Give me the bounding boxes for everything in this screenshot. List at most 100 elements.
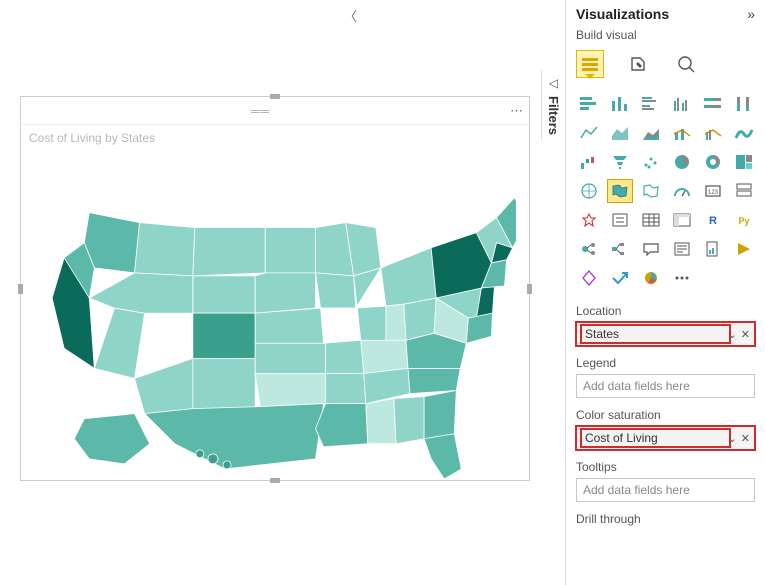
tab-analytics[interactable] [672,50,700,78]
vis-gauge[interactable] [669,179,695,203]
tooltips-field-well[interactable]: Add data fields here [576,478,755,502]
visual-header: ══ ⋯ [21,97,529,125]
drill-through-section: Drill through [576,512,755,530]
resize-handle-right[interactable] [527,284,532,294]
state-hi-3 [223,461,231,469]
vis-map[interactable] [576,179,602,203]
state-mt [193,228,265,276]
visual-title: Cost of Living by States [21,125,529,151]
legend-well-section: Legend Add data fields here [576,356,755,398]
vis-card[interactable]: 123 [700,179,726,203]
state-nd [265,228,315,273]
vis-r-script[interactable]: R [700,208,726,232]
resize-handle-top[interactable] [270,94,280,99]
visual-gallery: 123 R Py [576,92,755,290]
vis-paginated-report[interactable] [700,237,726,261]
vis-clustered-column[interactable] [669,92,695,116]
remove-field-icon[interactable]: ✕ [741,328,750,341]
svg-text:123: 123 [708,190,719,196]
legend-placeholder: Add data fields here [583,379,690,393]
vis-matrix[interactable] [669,208,695,232]
state-ak [74,414,149,464]
vis-stacked-bar[interactable] [576,92,602,116]
svg-text:Py: Py [738,216,749,226]
state-hi-1 [196,450,204,458]
tooltips-label: Tooltips [576,460,755,474]
vis-azure-map[interactable] [638,179,664,203]
location-field-value: States [583,327,728,341]
vis-ribbon[interactable] [731,121,757,145]
vis-qa[interactable] [638,237,664,261]
saturation-well-section: Color saturation Cost of Living ⌄✕ [576,408,755,450]
location-field-well[interactable]: States ⌄ ✕ [576,322,755,346]
vis-smart-narrative[interactable] [669,237,695,261]
vis-decomposition-tree[interactable] [607,237,633,261]
chevron-down-icon[interactable]: ⌄ [728,432,737,445]
state-nv [94,308,144,378]
state-nm [193,359,255,409]
vis-kpi[interactable] [576,208,602,232]
state-id [134,223,194,276]
expand-filters-icon[interactable]: ◁ [549,76,558,90]
vis-line-clustered-column[interactable] [700,121,726,145]
tab-format-visual[interactable] [624,50,652,78]
vis-python[interactable]: Py [731,208,757,232]
vis-treemap[interactable] [731,150,757,174]
state-nc-sc [408,369,460,394]
state-fl [424,434,461,478]
vis-line[interactable] [576,121,602,145]
vis-key-influencers[interactable] [576,237,602,261]
remove-field-icon[interactable]: ✕ [741,432,750,445]
vis-table[interactable] [638,208,664,232]
legend-field-well[interactable]: Add data fields here [576,374,755,398]
vis-scatter[interactable] [638,150,664,174]
vis-clustered-bar[interactable] [638,92,664,116]
vis-donut[interactable] [700,150,726,174]
location-label: Location [576,304,755,318]
saturation-field-well[interactable]: Cost of Living ⌄ ✕ [576,426,755,450]
state-ks [255,344,325,374]
state-ut-nv-border [89,273,193,313]
vis-power-automate[interactable] [731,237,757,261]
state-ok [255,374,325,407]
vis-multi-row-card[interactable] [731,179,757,203]
vis-goals[interactable] [607,266,633,290]
more-options-icon[interactable]: ⋯ [510,103,523,119]
expand-panel-icon[interactable]: » [747,6,755,22]
tooltips-placeholder: Add data fields here [583,483,690,497]
state-in [386,304,406,343]
vis-100-stacked-bar[interactable] [700,92,726,116]
report-canvas: ══ ⋯ Cost of Living by States [0,0,565,585]
visual-drag-handle[interactable]: ══ [27,104,494,118]
vis-get-more[interactable] [669,266,695,290]
panel-subtitle: Build visual [576,28,755,42]
tab-build-visual[interactable] [576,50,604,78]
state-tx [144,404,323,469]
location-well-section: Location States ⌄ ✕ [576,304,755,346]
saturation-field-value: Cost of Living [583,431,728,445]
vis-area[interactable] [607,121,633,145]
filters-pane-collapsed[interactable]: ◁ Filters [541,70,565,141]
legend-label: Legend [576,356,755,370]
panel-title: Visualizations [576,6,669,22]
vis-slicer[interactable] [607,208,633,232]
vis-100-stacked-column[interactable] [731,92,757,116]
collapse-vis-panel-icon[interactable]: 〈 [344,6,357,25]
chevron-down-icon[interactable]: ⌄ [728,328,737,341]
state-hi-2 [208,454,218,464]
vis-stacked-area[interactable] [638,121,664,145]
resize-handle-left[interactable] [18,284,23,294]
resize-handle-bottom[interactable] [270,478,280,483]
vis-funnel[interactable] [607,150,633,174]
state-mo [323,341,363,374]
vis-line-stacked-column[interactable] [669,121,695,145]
vis-power-apps[interactable] [576,266,602,290]
vis-stacked-column[interactable] [607,92,633,116]
vis-filled-map[interactable] [607,179,633,203]
vis-sankey[interactable] [638,266,664,290]
map-visual-frame[interactable]: ══ ⋯ Cost of Living by States [20,96,530,481]
state-al [394,397,424,444]
state-ar [325,374,365,404]
vis-waterfall[interactable] [576,150,602,174]
vis-pie[interactable] [669,150,695,174]
